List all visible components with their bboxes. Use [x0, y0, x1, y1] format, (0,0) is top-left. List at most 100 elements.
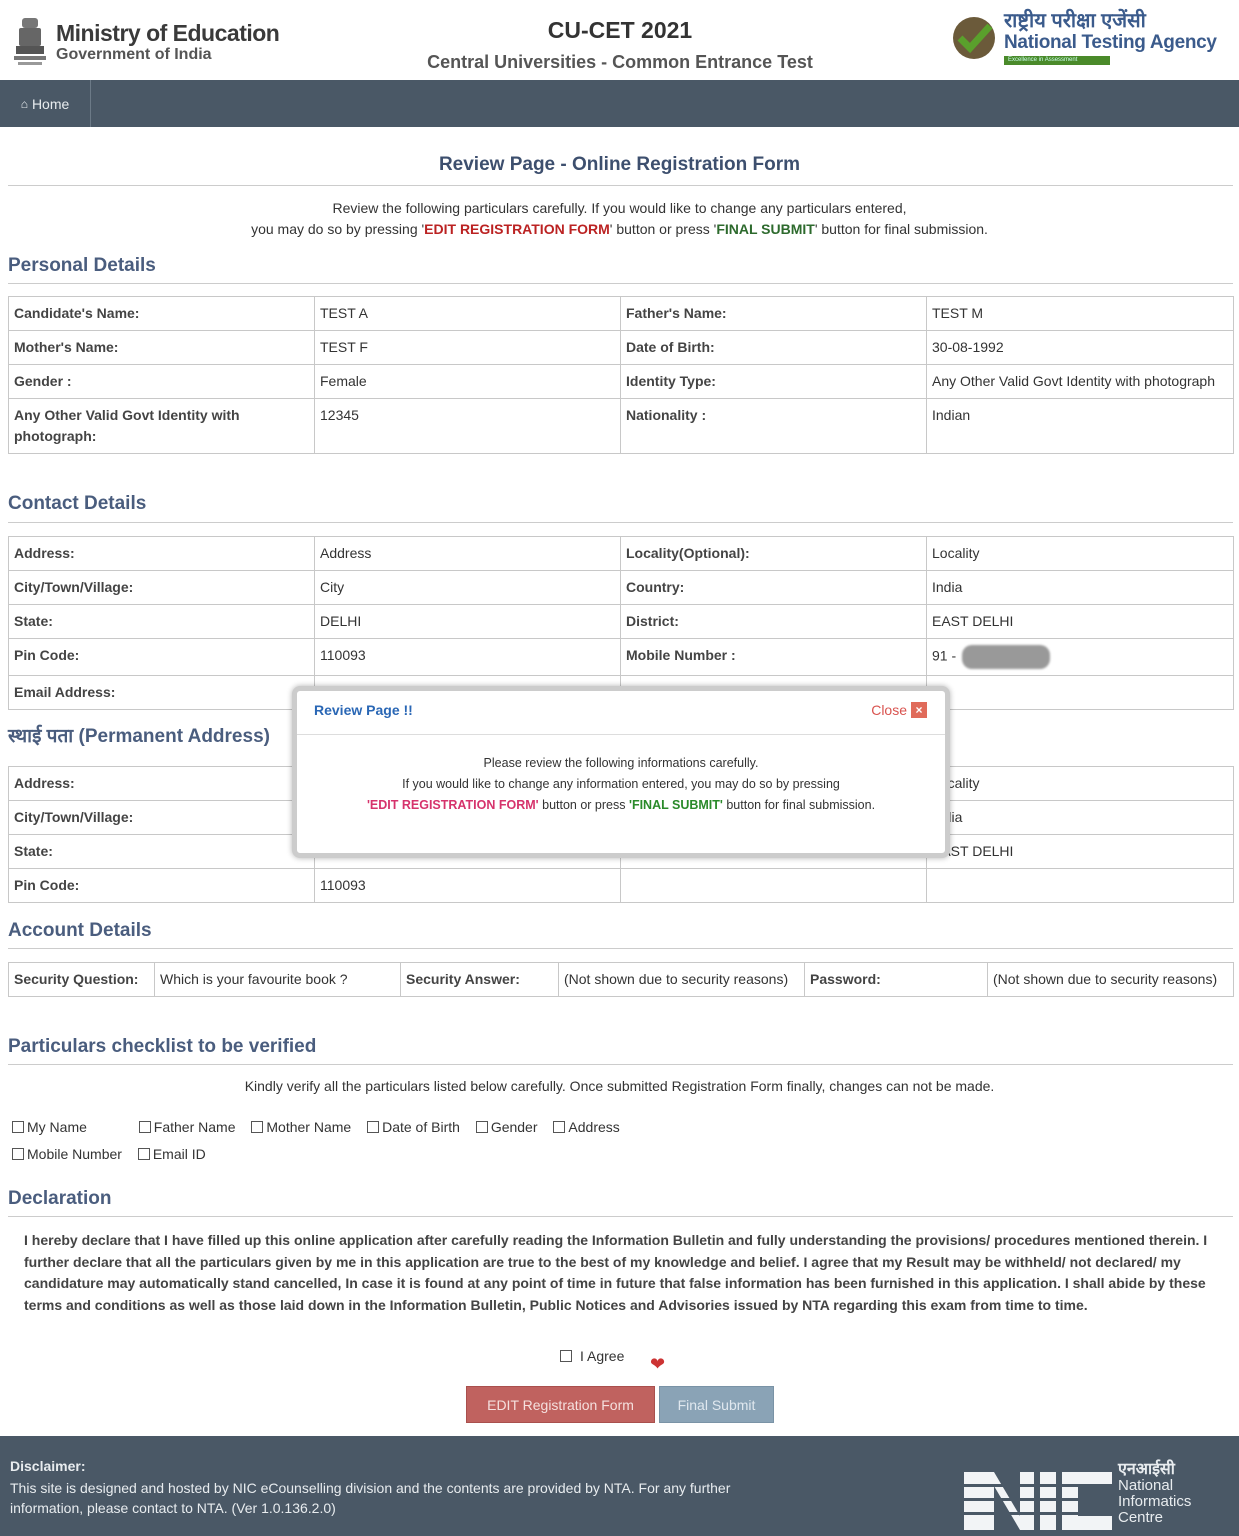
- table-row: Candidate's Name: TEST A Father's Name: …: [8, 296, 1234, 331]
- contact-details-title: Contact Details: [8, 493, 147, 514]
- disclaimer-title: Disclaimer:: [10, 1458, 86, 1474]
- ministry-name: Ministry of Education: [56, 20, 280, 46]
- modal-line-2: If you would like to change any informat…: [402, 777, 840, 791]
- intro-edit-emphasis: EDIT REGISTRATION FORM: [424, 221, 610, 237]
- value-country: India: [926, 570, 1234, 605]
- value-district: EAST DELHI: [926, 604, 1234, 639]
- divider: [8, 185, 1233, 186]
- modal-close-button[interactable]: Close ×: [871, 702, 927, 718]
- checkbox-mother-name[interactable]: Mother Name: [251, 1114, 351, 1140]
- modal-line-1: Please review the following informations…: [483, 756, 759, 770]
- agree-checkbox[interactable]: I Agree: [560, 1348, 624, 1364]
- value-candidate-name: TEST A: [314, 296, 621, 331]
- review-modal: Review Page !! Close × Please review the…: [292, 686, 950, 858]
- nav-home-label: Home: [31, 95, 70, 112]
- checkbox-email-id[interactable]: Email ID: [137, 1141, 206, 1167]
- checklist-title: Particulars checklist to be verified: [8, 1036, 317, 1057]
- table-row: Any Other Valid Govt Identity with photo…: [8, 398, 1234, 454]
- label-identity-number: Any Other Valid Govt Identity with photo…: [8, 398, 315, 454]
- value-state: DELHI: [314, 604, 621, 639]
- value-identity-type: Any Other Valid Govt Identity with photo…: [926, 364, 1234, 399]
- table-row: Address: Address Locality(Optional): Loc…: [8, 536, 1234, 571]
- modal-final-emphasis: 'FINAL SUBMIT': [628, 798, 723, 812]
- exam-full-name: Central Universities - Common Entrance T…: [427, 52, 813, 72]
- review-instructions: Review the following particulars careful…: [0, 198, 1239, 240]
- declaration-title: Declaration: [8, 1188, 112, 1209]
- value-perm-district: EAST DELHI: [926, 834, 1234, 869]
- empty-cell: [926, 868, 1234, 903]
- page-title: Review Page - Online Registration Form: [438, 154, 801, 175]
- agree-label: I Agree: [580, 1348, 625, 1364]
- table-row: State: DELHI District: EAST DELHI: [8, 604, 1234, 639]
- value-alternate-contact: [926, 675, 1234, 710]
- nta-hindi-name: राष्ट्रीय परीक्षा एजेंसी: [1004, 10, 1146, 32]
- table-row: Pin Code: 110093: [8, 868, 1234, 903]
- divider: [8, 522, 1233, 523]
- nav-home-link[interactable]: ⌂ Home: [0, 80, 91, 127]
- checkbox-icon: [137, 1148, 150, 1160]
- label-gender: Gender :: [8, 364, 315, 399]
- value-gender: Female: [314, 364, 621, 399]
- value-pin-code: 110093: [314, 638, 621, 676]
- final-submit-button[interactable]: Final Submit: [659, 1386, 774, 1423]
- nic-name: एनआईसी National Informatics Centre: [1118, 1462, 1191, 1526]
- checkbox-address[interactable]: Address: [553, 1114, 620, 1140]
- label-candidate-name: Candidate's Name:: [8, 296, 315, 331]
- modal-end-text: button for final submission.: [722, 798, 876, 812]
- value-perm-pin: 110093: [314, 868, 621, 903]
- account-details-title: Account Details: [8, 920, 152, 941]
- national-emblem-icon: [14, 18, 46, 65]
- checkbox-icon: [251, 1121, 264, 1133]
- nta-tagline: Excellence in Assessment: [1004, 56, 1110, 65]
- personal-details-table: Candidate's Name: TEST A Father's Name: …: [8, 296, 1234, 454]
- checkbox-label: My Name: [27, 1119, 87, 1135]
- label-identity-type: Identity Type:: [620, 364, 927, 399]
- label-father-name: Father's Name:: [620, 296, 927, 331]
- label-dob: Date of Birth:: [620, 330, 927, 365]
- nta-english-name: National Testing Agency: [1004, 32, 1217, 53]
- checkbox-label: Address: [568, 1119, 620, 1135]
- close-label: Close: [871, 702, 907, 718]
- nic-line-2: Informatics: [1118, 1493, 1192, 1510]
- checkbox-date-of-birth[interactable]: Date of Birth: [367, 1114, 460, 1140]
- account-details-table: Security Question: Which is your favouri…: [8, 962, 1234, 997]
- label-address: Address:: [8, 536, 315, 571]
- table-row: Gender : Female Identity Type: Any Other…: [8, 364, 1234, 399]
- checkbox-mobile-number[interactable]: Mobile Number: [12, 1141, 122, 1167]
- checkbox-icon: [138, 1121, 151, 1133]
- modal-edit-emphasis: 'EDIT REGISTRATION FORM': [366, 798, 539, 812]
- label-locality: Locality(Optional):: [620, 536, 927, 571]
- value-father-name: TEST M: [926, 296, 1234, 331]
- intro-final-emphasis: FINAL SUBMIT: [716, 221, 815, 237]
- divider: [8, 283, 1233, 284]
- intro-text-c: ' button for final submission.: [814, 221, 988, 237]
- checkbox-icon: [553, 1121, 566, 1133]
- label-city: City/Town/Village:: [8, 570, 315, 605]
- modal-title: Review Page !!: [314, 702, 413, 718]
- value-nationality: Indian: [926, 398, 1234, 454]
- mobile-prefix: 91 -: [932, 647, 957, 664]
- edit-registration-button[interactable]: EDIT Registration Form: [466, 1386, 655, 1423]
- checkbox-gender[interactable]: Gender: [475, 1114, 538, 1140]
- label-security-question: Security Question:: [8, 962, 155, 997]
- empty-cell: [620, 868, 927, 903]
- intro-line-2: you may do so by pressing 'EDIT REGISTRA…: [0, 219, 1239, 240]
- checkbox-icon: [12, 1148, 24, 1160]
- checkbox-father-name[interactable]: Father Name: [138, 1114, 236, 1140]
- ministry-logo-block: Ministry of Education Government of Indi…: [10, 14, 280, 70]
- table-row: City/Town/Village: City Country: India: [8, 570, 1234, 605]
- checkbox-icon: [12, 1121, 24, 1133]
- checkbox-my-name[interactable]: My Name: [12, 1114, 87, 1140]
- modal-mid-text: button or press: [538, 798, 629, 812]
- modal-body: Please review the following informations…: [297, 735, 945, 816]
- nic-line-1: National: [1118, 1477, 1174, 1494]
- modal-line-3: 'EDIT REGISTRATION FORM' button or press…: [297, 795, 945, 816]
- value-security-answer: (Not shown due to security reasons): [558, 962, 805, 997]
- exam-name: CU-CET 2021: [547, 17, 693, 43]
- mouse-cursor-icon: ❤: [650, 1354, 666, 1374]
- intro-text-a: you may do so by pressing ': [251, 221, 425, 237]
- checkbox-icon: [475, 1121, 488, 1133]
- label-perm-city: City/Town/Village:: [8, 800, 315, 835]
- checkbox-label: Mobile Number: [27, 1146, 122, 1162]
- label-perm-state: State:: [8, 834, 315, 869]
